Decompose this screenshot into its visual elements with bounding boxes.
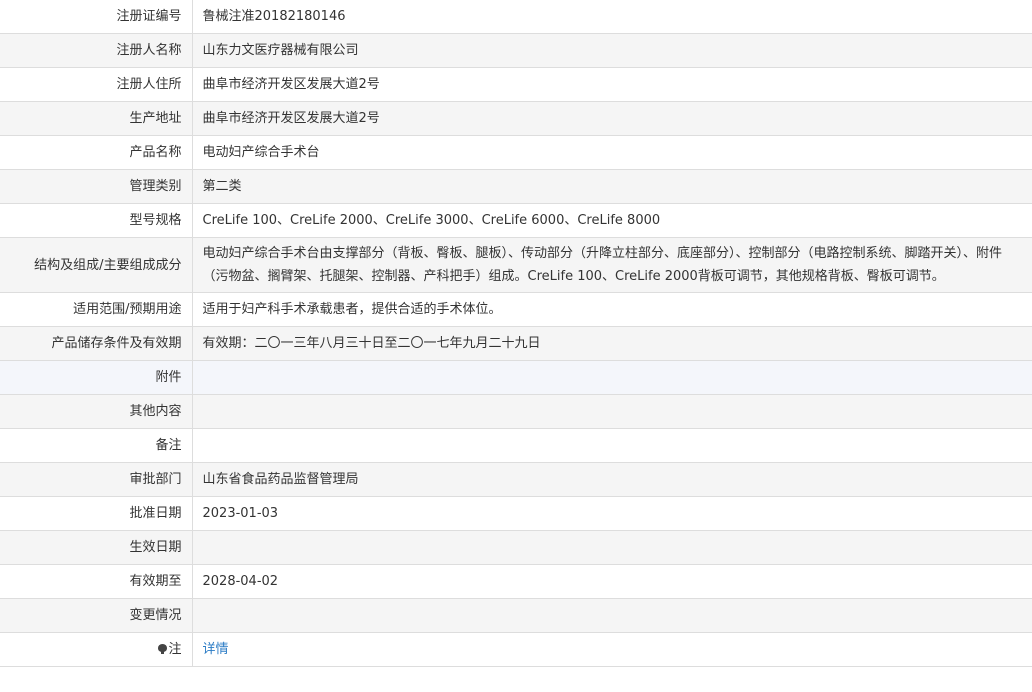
table-row: 注册证编号 鲁械注准20182180146 bbox=[0, 0, 1032, 34]
table-row: 备注 bbox=[0, 428, 1032, 463]
row-label-registrant-name: 注册人名称 bbox=[0, 33, 193, 68]
registration-detail-table: 注册证编号 鲁械注准20182180146 注册人名称 山东力文医疗器械有限公司… bbox=[0, 0, 1032, 667]
row-value-storage-validity: 有效期：二〇一三年八月三十日至二〇一七年九月二十九日 bbox=[192, 326, 1032, 361]
table-row: 变更情况 bbox=[0, 598, 1032, 633]
table-row: 注 详情 bbox=[0, 632, 1032, 667]
table-row: 注册人名称 山东力文医疗器械有限公司 bbox=[0, 33, 1032, 68]
row-value-other-content bbox=[192, 394, 1032, 429]
row-value-registration-number: 鲁械注准20182180146 bbox=[192, 0, 1032, 34]
row-value-intended-use: 适用于妇产科手术承载患者，提供合适的手术体位。 bbox=[192, 292, 1032, 327]
table-row: 型号规格 CreLife 100、CreLife 2000、CreLife 30… bbox=[0, 203, 1032, 238]
row-value-product-name: 电动妇产综合手术台 bbox=[192, 135, 1032, 170]
row-label-registrant-address: 注册人住所 bbox=[0, 67, 193, 102]
table-row: 其他内容 bbox=[0, 394, 1032, 429]
note-label: 注 bbox=[168, 642, 182, 657]
row-label-production-address: 生产地址 bbox=[0, 101, 193, 136]
row-label-management-category: 管理类别 bbox=[0, 169, 193, 204]
row-value-note: 详情 bbox=[192, 632, 1032, 667]
row-value-change-status bbox=[192, 598, 1032, 633]
details-link[interactable]: 详情 bbox=[203, 642, 229, 657]
table-row: 产品名称 电动妇产综合手术台 bbox=[0, 135, 1032, 170]
table-row: 适用范围/预期用途 适用于妇产科手术承载患者，提供合适的手术体位。 bbox=[0, 292, 1032, 327]
table-row: 审批部门 山东省食品药品监督管理局 bbox=[0, 462, 1032, 497]
row-value-management-category: 第二类 bbox=[192, 169, 1032, 204]
row-label-note: 注 bbox=[0, 632, 193, 667]
row-label-valid-until: 有效期至 bbox=[0, 564, 193, 599]
row-label-structure: 结构及组成/主要组成成分 bbox=[0, 237, 193, 293]
row-label-registration-number: 注册证编号 bbox=[0, 0, 193, 34]
table-row: 产品储存条件及有效期 有效期：二〇一三年八月三十日至二〇一七年九月二十九日 bbox=[0, 326, 1032, 361]
row-label-remarks: 备注 bbox=[0, 428, 193, 463]
row-value-approval-date: 2023-01-03 bbox=[192, 496, 1032, 531]
row-value-structure: 电动妇产综合手术台由支撑部分（背板、臀板、腿板）、传动部分（升降立柱部分、底座部… bbox=[192, 237, 1032, 293]
table-row: 生效日期 bbox=[0, 530, 1032, 565]
row-label-intended-use: 适用范围/预期用途 bbox=[0, 292, 193, 327]
row-label-approval-date: 批准日期 bbox=[0, 496, 193, 531]
row-value-effective-date bbox=[192, 530, 1032, 565]
bulb-icon bbox=[158, 644, 168, 654]
row-label-storage-validity: 产品储存条件及有效期 bbox=[0, 326, 193, 361]
row-value-model-spec: CreLife 100、CreLife 2000、CreLife 3000、Cr… bbox=[192, 203, 1032, 238]
row-label-approval-department: 审批部门 bbox=[0, 462, 193, 497]
table-row: 附件 bbox=[0, 360, 1032, 395]
row-label-model-spec: 型号规格 bbox=[0, 203, 193, 238]
row-label-change-status: 变更情况 bbox=[0, 598, 193, 633]
row-label-attachment: 附件 bbox=[0, 360, 193, 395]
row-value-registrant-address: 曲阜市经济开发区发展大道2号 bbox=[192, 67, 1032, 102]
row-value-valid-until: 2028-04-02 bbox=[192, 564, 1032, 599]
row-value-production-address: 曲阜市经济开发区发展大道2号 bbox=[192, 101, 1032, 136]
table-row: 批准日期 2023-01-03 bbox=[0, 496, 1032, 531]
table-row: 结构及组成/主要组成成分 电动妇产综合手术台由支撑部分（背板、臀板、腿板）、传动… bbox=[0, 237, 1032, 293]
row-label-product-name: 产品名称 bbox=[0, 135, 193, 170]
row-label-effective-date: 生效日期 bbox=[0, 530, 193, 565]
row-value-registrant-name: 山东力文医疗器械有限公司 bbox=[192, 33, 1032, 68]
table-row: 生产地址 曲阜市经济开发区发展大道2号 bbox=[0, 101, 1032, 136]
row-value-attachment bbox=[192, 360, 1032, 395]
table-row: 注册人住所 曲阜市经济开发区发展大道2号 bbox=[0, 67, 1032, 102]
row-value-remarks bbox=[192, 428, 1032, 463]
table-row: 管理类别 第二类 bbox=[0, 169, 1032, 204]
table-row: 有效期至 2028-04-02 bbox=[0, 564, 1032, 599]
row-value-approval-department: 山东省食品药品监督管理局 bbox=[192, 462, 1032, 497]
row-label-other-content: 其他内容 bbox=[0, 394, 193, 429]
